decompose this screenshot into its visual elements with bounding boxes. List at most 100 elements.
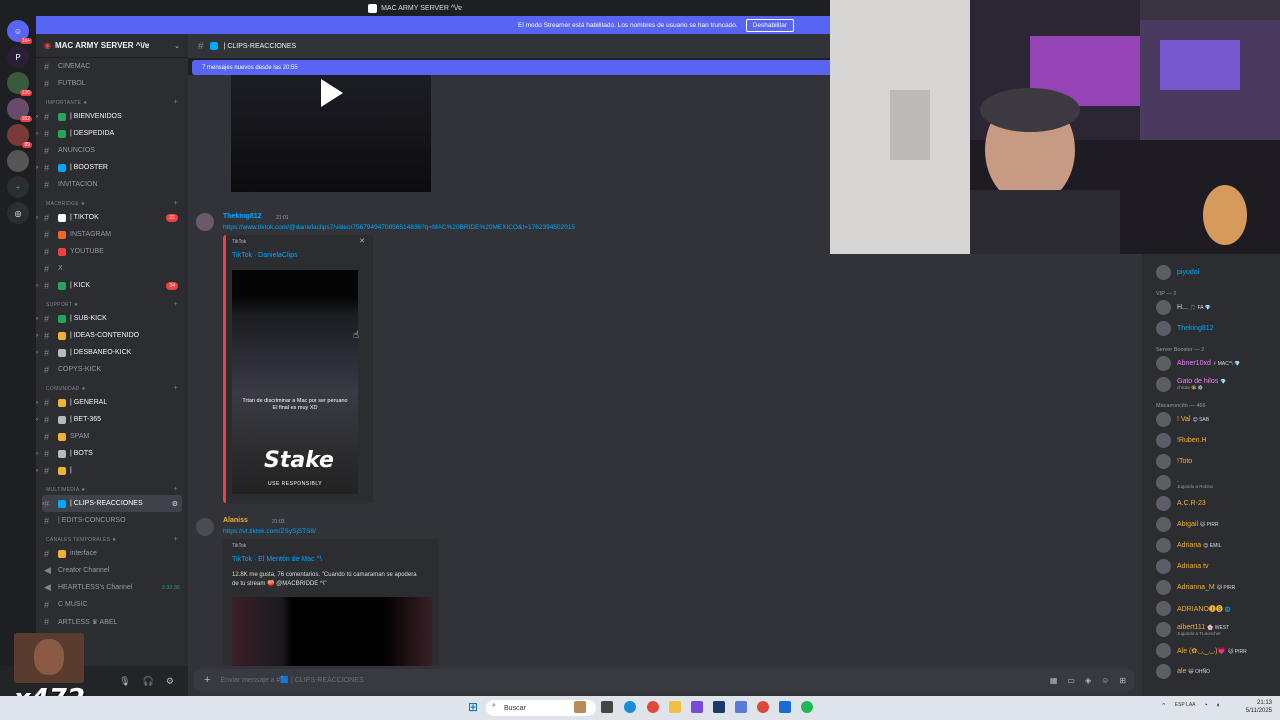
channel-item[interactable]: # X [36,260,188,277]
file-explorer-icon[interactable] [669,701,681,713]
member-item[interactable]: !Toto [1142,451,1280,472]
channel-item[interactable]: › # | BIENVENIDOS [36,108,188,125]
channel-item[interactable]: › # | DESPEDIDA [36,125,188,142]
channel-item[interactable]: # CINEMAC [36,58,188,75]
add-channel-icon[interactable]: + [174,99,178,106]
channel-item[interactable]: › # | DESBANEO-KICK [36,344,188,361]
gif-icon[interactable]: ▭ [1067,676,1075,685]
add-channel-icon[interactable]: + [174,536,178,543]
channel-item[interactable]: › # | BOTS [36,445,188,462]
embed-title[interactable]: TikTok · El Mentón de Mac ^\ [232,556,322,563]
channel-item[interactable]: # FUTBOL [36,75,188,92]
channel-category[interactable]: SUPPORT ★ + [36,294,188,310]
member-item[interactable]: albert111 🌸 WEST Jugando a TLauncher [1142,619,1280,640]
disable-streamer-button[interactable]: Deshabilitar [745,18,794,32]
member-item[interactable]: Theking812 [1142,318,1280,339]
member-item[interactable]: piyudol [1142,262,1280,283]
sticker-icon[interactable]: ◈ [1085,676,1091,685]
channel-item[interactable]: # | EDITS-CONCURSO [36,512,188,529]
channel-item[interactable]: # INVITACION [36,176,188,193]
member-item[interactable]: ale 😺 OHÑO [1142,661,1280,682]
embed-video[interactable] [232,597,432,666]
server-icon[interactable]: P [7,46,29,68]
channel-item[interactable]: › # | IDEAS-CONTENIDO [36,327,188,344]
channel-item[interactable]: › # | TIKTOK 21 [36,209,188,226]
channel-category[interactable]: MULTIMEDIA ★ + [36,479,188,495]
channel-item[interactable]: › # | BOOSTER [36,159,188,176]
channel-item[interactable]: › # | [36,462,188,479]
channel-item[interactable]: # COPYS-KICK [36,361,188,378]
member-item[interactable]: H... 🎵 FA 💎 [1142,297,1280,318]
server-icon[interactable]: 162 [7,98,32,122]
member-item[interactable]: Ale (✿◡‿◡)💗 🐱 PIRR [1142,640,1280,661]
taskbar-app-icon[interactable] [574,701,586,713]
channel-item[interactable]: › # | CLIPS-REACCIONES ⚙ [42,495,182,512]
add-channel-icon[interactable]: + [174,385,178,392]
server-name-header[interactable]: ◉ MAC ARMY SERVER ^\/ɐ ⌄ [36,34,188,58]
member-item[interactable]: Adriana tv [1142,556,1280,577]
channel-item[interactable]: # interface [36,545,188,562]
channel-category[interactable]: COMUNIDAD ★ + [36,378,188,394]
settings-gear-icon[interactable]: ⚙ [166,676,174,687]
taskbar-app-icon[interactable] [779,701,791,713]
channel-item[interactable]: # ARTLESS ♛ ABEL [36,613,188,630]
mic-icon[interactable]: 🎙 [119,676,130,687]
close-icon[interactable]: ✕ [359,237,365,245]
message-link[interactable]: https://www.tiktok.com/@danielaclips7/vi… [223,224,575,231]
tray-lang[interactable]: ESP LAA [1175,702,1196,710]
member-item[interactable]: Abigail 🐱 PIRR [1142,514,1280,535]
channel-item[interactable]: # C MUSIC [36,596,188,613]
channel-item[interactable]: # YOUTUBE [36,243,188,260]
emoji-icon[interactable]: ☺ [1101,676,1109,685]
volume-icon[interactable]: ◖ [1216,702,1220,710]
add-channel-icon[interactable]: + [174,200,178,207]
new-messages-bar[interactable]: 7 mensajes nuevos desde las 20:55 [192,60,830,75]
add-channel-icon[interactable]: + [174,301,178,308]
system-tray[interactable]: ⌃ ESP LAA ◔ ◖ [1161,702,1220,710]
windows-start-icon[interactable]: ⊞ [468,700,478,714]
taskview-icon[interactable] [601,701,613,713]
settings-gear-icon[interactable]: ⚙ [172,500,178,508]
taskbar-app-icon[interactable] [713,701,725,713]
server-icon[interactable] [7,150,29,172]
member-item[interactable]: Abner10xd ⚡ MAC^\ 💎 [1142,353,1280,374]
gift-icon[interactable]: ▦ [1050,676,1058,685]
play-icon[interactable] [321,79,343,107]
channel-item[interactable]: ◀ HEARTLESS's Channel 3:32:36 [36,579,188,596]
member-item[interactable]: Gato de hilos 💎 chicas 🐝 ⚙️ [1142,374,1280,395]
channel-item[interactable]: # ANUNCIOS [36,142,188,159]
member-item[interactable]: !Ruben.H [1142,430,1280,451]
edge-icon[interactable] [624,701,636,713]
embed-video[interactable]: Trtan de discriminar a Mac por ser perua… [232,270,358,494]
chrome-icon[interactable] [647,701,659,713]
direct-messages-icon[interactable]: ☺ 1k+ [7,20,32,44]
member-item[interactable]: ! Val 😊 SAB [1142,409,1280,430]
channel-item[interactable]: › # | KICK 34 [36,277,188,294]
chevron-up-icon[interactable]: ⌃ [1161,702,1167,710]
video-embed[interactable] [231,75,431,192]
wifi-icon[interactable]: ◔ [1204,702,1208,710]
add-channel-icon[interactable]: + [174,486,178,493]
channel-category[interactable]: MACBRIDGE ★ + [36,193,188,209]
channel-item[interactable]: › # | SUB-KICK [36,310,188,327]
channel-item[interactable]: › # | BET-365 [36,411,188,428]
member-item[interactable]: . Jugando a Roblox [1142,472,1280,493]
channel-item[interactable]: › # | GENERAL [36,394,188,411]
server-icon-active[interactable]: 89 [7,124,32,148]
apps-icon[interactable]: ⊞ [1119,676,1126,685]
server-icon[interactable]: 126 [7,72,32,96]
add-server-icon[interactable]: + [7,176,29,198]
embed-title[interactable]: TikTok · DanielaClips [232,252,297,259]
headphones-icon[interactable]: 🎧 [143,676,154,687]
channel-category[interactable]: CANALES TEMPORALES ★ + [36,529,188,545]
member-item[interactable]: Adriana 😊 EMIL [1142,535,1280,556]
discover-icon[interactable]: ◎ [7,202,29,224]
avatar[interactable] [196,518,214,536]
message-username[interactable]: Alaniss [223,517,248,524]
spotify-icon[interactable] [801,701,813,713]
taskbar-app-icon[interactable] [757,701,769,713]
avatar[interactable] [196,213,214,231]
channel-category[interactable]: IMPORTANTE ★ + [36,92,188,108]
message-link[interactable]: https://vt.tiktok.com/ZSySjSTS8/ [223,528,316,535]
member-item[interactable]: ADRIANO🅘🅢 🌐 [1142,598,1280,619]
